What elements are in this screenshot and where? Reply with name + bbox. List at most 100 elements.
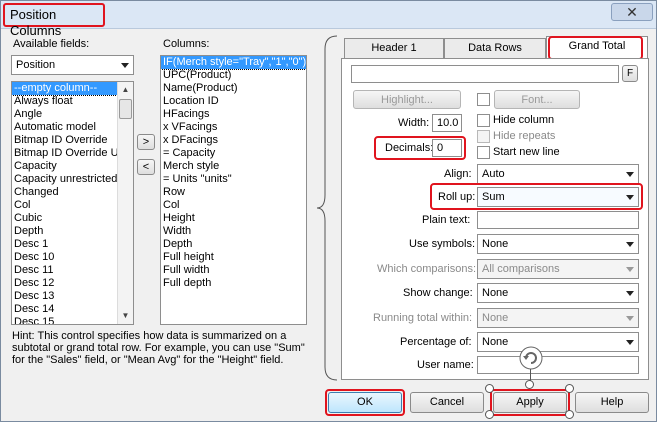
percentage-value: None	[482, 336, 509, 348]
available-field-item[interactable]: Cubic	[12, 212, 133, 225]
close-button[interactable]: ✕	[611, 3, 653, 21]
use-symbols-select[interactable]: None	[477, 234, 639, 254]
running-total-select[interactable]: None	[477, 308, 639, 328]
column-item[interactable]: Full height	[161, 251, 306, 264]
resize-handle[interactable]	[485, 410, 494, 419]
column-item[interactable]: x VFacings	[161, 121, 306, 134]
columns-label: Columns:	[163, 38, 210, 50]
show-change-select[interactable]: None	[477, 283, 639, 303]
available-field-item[interactable]: Depth	[12, 225, 133, 238]
available-field-item[interactable]: Desc 10	[12, 251, 133, 264]
column-item[interactable]: HFacings	[161, 108, 306, 121]
available-field-item[interactable]: Capacity	[12, 160, 133, 173]
chevron-down-icon	[626, 267, 634, 272]
column-item[interactable]: IF(Merch style="Tray","1","0")	[161, 56, 306, 70]
available-scrollbar[interactable]: ▲ ▼	[117, 82, 133, 324]
column-item[interactable]: = Units "units"	[161, 173, 306, 186]
resize-handle[interactable]	[525, 380, 534, 389]
scroll-up-icon[interactable]: ▲	[118, 82, 133, 98]
chevron-down-icon	[626, 242, 634, 247]
formula-input[interactable]	[351, 65, 619, 83]
font-button[interactable]: Font...	[494, 90, 580, 109]
hint-text: Hint: This control specifies how data is…	[12, 330, 305, 366]
width-input[interactable]: 10.0	[432, 114, 462, 132]
available-field-item[interactable]: Always float	[12, 95, 133, 108]
column-item[interactable]: Merch style	[161, 160, 306, 173]
chevron-down-icon	[626, 316, 634, 321]
remove-column-button[interactable]: <	[137, 159, 155, 175]
columns-list[interactable]: IF(Merch style="Tray","1","0") UPC(Produc…	[160, 55, 307, 325]
user-name-input[interactable]	[477, 356, 639, 374]
available-field-item[interactable]: --empty column--	[12, 82, 133, 96]
which-comparisons-select[interactable]: All comparisons	[477, 259, 639, 279]
help-button[interactable]: Help	[575, 392, 649, 413]
available-field-item[interactable]: Desc 11	[12, 264, 133, 277]
available-field-item[interactable]: Desc 1	[12, 238, 133, 251]
user-name-label: User name:	[417, 359, 474, 371]
available-field-item[interactable]: Changed	[12, 186, 133, 199]
available-fields-list[interactable]: --empty column-- Always float Angle Automat…	[11, 81, 134, 325]
available-field-item[interactable]: Desc 15	[12, 316, 133, 324]
column-item[interactable]: UPC(Product)	[161, 69, 306, 82]
available-field-item[interactable]: Angle	[12, 108, 133, 121]
add-column-button[interactable]: >	[137, 134, 155, 150]
available-field-item[interactable]: Automatic model	[12, 121, 133, 134]
column-item[interactable]: = Capacity	[161, 147, 306, 160]
show-change-value: None	[482, 287, 509, 299]
resize-handle[interactable]	[485, 384, 494, 393]
running-total-label: Running total within:	[373, 312, 473, 324]
available-field-item[interactable]: Bitmap ID Override	[12, 134, 133, 147]
cancel-button[interactable]: Cancel	[410, 392, 484, 413]
column-item[interactable]: Full width	[161, 264, 306, 277]
available-fields-label: Available fields:	[13, 38, 90, 50]
column-item[interactable]: Name(Product)	[161, 82, 306, 95]
apply-highlight	[490, 389, 570, 416]
column-item[interactable]: Width	[161, 225, 306, 238]
grand-total-highlight	[548, 36, 643, 60]
highlight-button[interactable]: Highlight...	[353, 90, 461, 109]
available-field-item[interactable]: Bitmap ID Override U	[12, 147, 133, 160]
chevron-down-icon	[626, 172, 634, 177]
rollup-highlight	[430, 183, 643, 210]
column-item[interactable]: Height	[161, 212, 306, 225]
tab-data-rows[interactable]: Data Rows	[444, 38, 546, 58]
formula-button[interactable]: F	[622, 65, 638, 82]
decimals-highlight	[374, 136, 466, 160]
chevron-down-icon	[121, 63, 129, 68]
window-title: Position Columns	[3, 3, 105, 38]
which-comparisons-label: Which comparisons:	[377, 263, 477, 275]
available-field-item[interactable]: Col	[12, 199, 133, 212]
bracket-decoration	[316, 35, 338, 381]
scroll-thumb[interactable]	[119, 99, 132, 119]
column-item[interactable]: Row	[161, 186, 306, 199]
running-total-value: None	[482, 312, 509, 324]
available-field-item[interactable]: Desc 13	[12, 290, 133, 303]
column-item[interactable]: Full depth	[161, 277, 306, 290]
rotate-handle-icon[interactable]	[517, 344, 545, 372]
hide-repeats-checkbox[interactable]	[477, 130, 490, 143]
show-change-label: Show change:	[403, 287, 473, 299]
field-category-select[interactable]: Position	[11, 55, 134, 75]
font-checkbox[interactable]	[477, 93, 490, 106]
column-item[interactable]: Location ID	[161, 95, 306, 108]
column-item[interactable]: x DFacings	[161, 134, 306, 147]
plain-text-input[interactable]	[477, 211, 639, 229]
dialog-window: Position Columns ✕ Available fields: Pos…	[0, 0, 657, 422]
resize-handle[interactable]	[565, 384, 574, 393]
percentage-select[interactable]: None	[477, 332, 639, 352]
hide-column-checkbox[interactable]	[477, 114, 490, 127]
resize-handle[interactable]	[565, 410, 574, 419]
ok-highlight	[325, 389, 405, 416]
available-field-item[interactable]: Capacity unrestricted	[12, 173, 133, 186]
tab-header-1[interactable]: Header 1	[344, 38, 444, 58]
start-new-line-checkbox[interactable]	[477, 146, 490, 159]
available-field-item[interactable]: Desc 14	[12, 303, 133, 316]
available-field-item[interactable]: Desc 12	[12, 277, 133, 290]
title-bar: Position Columns ✕	[1, 1, 656, 38]
column-item[interactable]: Depth	[161, 238, 306, 251]
which-comparisons-value: All comparisons	[482, 263, 560, 275]
scroll-down-icon[interactable]: ▼	[118, 308, 133, 324]
align-select[interactable]: Auto	[477, 164, 639, 184]
chevron-down-icon	[626, 291, 634, 296]
column-item[interactable]: Col	[161, 199, 306, 212]
